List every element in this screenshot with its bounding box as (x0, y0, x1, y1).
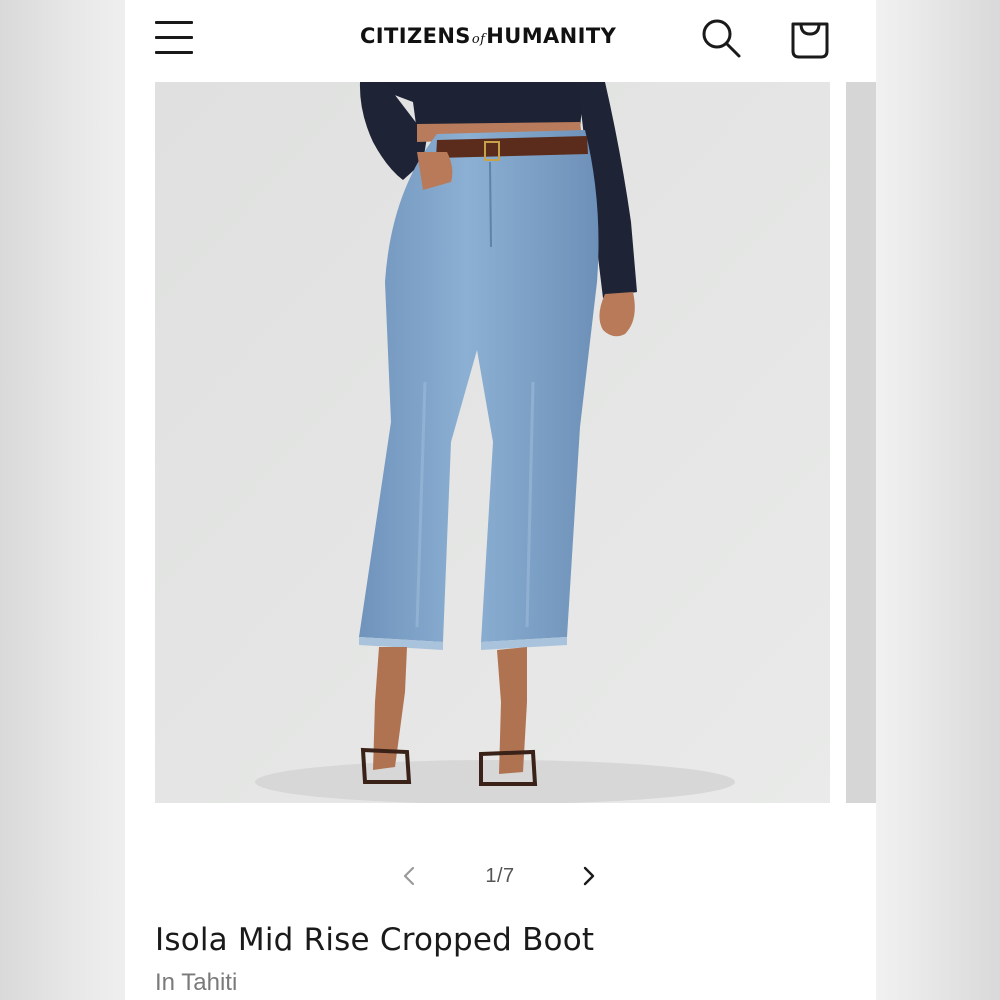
mobile-page: CITIZENSofHUMANITY 1/7 Isola Mid Rise Cr… (125, 0, 876, 1000)
product-color: In Tahiti (155, 969, 238, 996)
brand-name-right: HUMANITY (486, 24, 617, 48)
chevron-right-icon[interactable] (576, 864, 600, 888)
search-icon[interactable] (699, 16, 743, 60)
next-image-peek[interactable] (846, 82, 876, 803)
brand-name-of: of (471, 32, 486, 47)
product-photo (155, 82, 830, 803)
brand-logo[interactable]: CITIZENSofHUMANITY (360, 24, 616, 54)
site-header: CITIZENSofHUMANITY (125, 0, 876, 80)
shopping-bag-icon[interactable] (788, 15, 832, 61)
left-backdrop (0, 0, 125, 1000)
brand-name-left: CITIZENS (360, 24, 471, 48)
hamburger-menu-icon[interactable] (155, 18, 195, 58)
image-pager: 1/7 (380, 856, 620, 896)
chevron-left-icon[interactable] (398, 864, 422, 888)
product-title: Isola Mid Rise Cropped Boot (155, 922, 595, 958)
product-image[interactable] (155, 82, 830, 803)
right-backdrop (876, 0, 1000, 1000)
image-counter: 1/7 (485, 865, 515, 887)
